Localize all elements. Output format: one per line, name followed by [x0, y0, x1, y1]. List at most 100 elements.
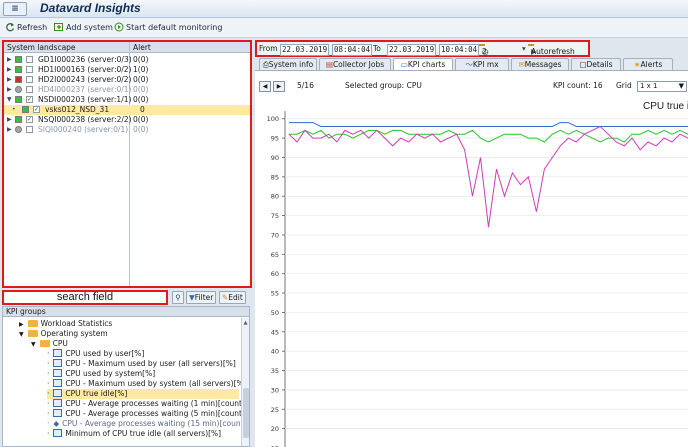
- tab-details[interactable]: ▢Details: [571, 58, 621, 70]
- expand-arrow-icon[interactable]: ▶: [7, 55, 12, 65]
- kpi-count: KPI count: 16: [553, 81, 603, 90]
- from-date-field[interactable]: 22.03.2019: [280, 44, 330, 56]
- y-tick-label: 85: [271, 173, 279, 181]
- collapse-arrow-icon: ▼: [19, 331, 24, 338]
- server-row-selected[interactable]: • ✓ vsks012_NSD_31 0: [4, 105, 250, 115]
- expand-arrow-icon[interactable]: ▶: [7, 75, 12, 85]
- y-tick-label: 95: [271, 135, 279, 143]
- to-date-field[interactable]: 22.03.2019: [387, 44, 437, 56]
- kpi-chart-icon: [53, 369, 63, 377]
- folder-icon: [27, 320, 38, 327]
- kpi-label: CPU - Average processes waiting (15 min)…: [62, 419, 247, 428]
- grid-select[interactable]: 1 x 1 ▼: [637, 81, 687, 92]
- scroll-thumb[interactable]: [243, 388, 249, 438]
- start-monitoring-button[interactable]: Start default monitoring: [114, 21, 222, 35]
- system-row[interactable]: ▶ ✓ NSQI000238 (server:2/2) 0(0): [4, 115, 250, 125]
- tab-label: Details: [586, 60, 613, 69]
- tree-folder-workload[interactable]: ▶ Workload Statistics: [19, 319, 112, 329]
- y-tick-label: 100: [267, 115, 279, 123]
- system-name: HD1I000163 (server:0/2): [38, 65, 132, 74]
- refresh-button[interactable]: Refresh: [5, 21, 47, 35]
- checkbox[interactable]: [26, 76, 33, 83]
- kpi-item[interactable]: · CPU used by user[%]: [47, 349, 144, 359]
- tab-system-info[interactable]: ⎙System info: [259, 58, 317, 70]
- expand-arrow-icon[interactable]: ▶: [7, 125, 12, 135]
- checkbox-checked[interactable]: ✓: [33, 106, 40, 113]
- checkbox[interactable]: [26, 56, 33, 63]
- time-range-button[interactable]: ◷ 2 hours: [479, 44, 503, 66]
- expand-arrow-icon[interactable]: ▶: [7, 85, 12, 95]
- system-row[interactable]: ▶ HD4I000237 (server:0/1) 0(0): [4, 85, 250, 95]
- kpi-item[interactable]: · CPU used by system[%]: [47, 369, 155, 379]
- system-landscape-column: System landscape: [7, 43, 76, 52]
- tab-alerts[interactable]: ★Alerts: [623, 58, 673, 70]
- collapse-arrow-icon[interactable]: ▼: [7, 95, 12, 105]
- expand-arrow-icon[interactable]: ▶: [7, 65, 12, 75]
- system-row[interactable]: ▶ SIQI000240 (server:0/1) 0(0): [4, 125, 250, 135]
- tab-collector-jobs[interactable]: ▤Collector Jobs: [319, 58, 391, 70]
- kpi-item[interactable]: · ◆ CPU - Average processes waiting (15 mi…: [47, 419, 246, 429]
- collapse-arrow-icon: ▼: [31, 341, 36, 348]
- tab-kpi-mx[interactable]: 〜KPI mx: [455, 58, 509, 70]
- kpi-item[interactable]: · CPU - Maximum used by system (all serve…: [47, 379, 247, 389]
- system-row[interactable]: ▶ HD1I000163 (server:0/2) 1(0): [4, 65, 250, 75]
- refresh-label: Refresh: [17, 23, 48, 32]
- checkbox-checked[interactable]: ✓: [26, 116, 33, 123]
- kpi-groups-scrollbar[interactable]: ▲: [241, 318, 249, 446]
- kpi-chart-icon: [53, 429, 63, 437]
- folder-icon: [27, 330, 38, 337]
- chart-icon: ▭: [400, 60, 408, 69]
- binoculars-button[interactable]: ⚲: [172, 291, 184, 304]
- kpi-item-selected[interactable]: · CPU true idle[%]: [47, 389, 239, 399]
- edit-button[interactable]: ✎Edit: [219, 291, 246, 304]
- folder-label: Workload Statistics: [40, 319, 113, 328]
- kpi-item[interactable]: · CPU - Average processes waiting (1 min)…: [47, 399, 245, 409]
- autorefresh-button[interactable]: ▶ Autorefresh: [528, 44, 575, 56]
- next-page-button[interactable]: ▶: [273, 81, 285, 92]
- y-tick-label: 50: [271, 309, 279, 317]
- filter-button[interactable]: ▼Filter: [186, 291, 217, 304]
- tab-bar: ⎙System info ▤Collector Jobs ▭KPI charts…: [255, 58, 688, 70]
- kpi-label: CPU used by user[%]: [65, 349, 145, 358]
- kpi-label: CPU - Maximum used by user (all servers)…: [65, 359, 236, 368]
- menu-icon[interactable]: ≡: [3, 2, 27, 16]
- system-name: HD4I000237 (server:0/1): [38, 85, 132, 94]
- to-time-field[interactable]: 10:04:04: [439, 44, 480, 56]
- add-system-button[interactable]: Add system: [54, 21, 113, 35]
- status-grey-icon: [15, 86, 22, 93]
- y-tick-label: 55: [271, 290, 279, 298]
- from-time-field[interactable]: 08:04:04: [332, 44, 373, 56]
- checkbox-checked[interactable]: ✓: [26, 96, 33, 103]
- alert-count: 0(0): [133, 75, 149, 84]
- prev-page-button[interactable]: ◀: [259, 81, 271, 92]
- kpi-chart-icon: [53, 379, 63, 387]
- scroll-up-icon[interactable]: ▲: [242, 320, 249, 326]
- kpi-item[interactable]: · Minimum of CPU true idle (all servers)[…: [47, 429, 221, 439]
- kpi-item[interactable]: · CPU - Maximum used by user (all servers…: [47, 359, 236, 369]
- grid-label: Grid: [616, 81, 632, 90]
- kpi-label: CPU - Maximum used by system (all server…: [65, 379, 247, 388]
- kpi-chart-icon: [53, 389, 63, 397]
- page-indicator: 5/16: [297, 81, 314, 90]
- range-dropdown-icon[interactable]: ▾: [522, 44, 526, 54]
- status-green-icon: [15, 56, 22, 63]
- kpi-item[interactable]: · CPU - Average processes waiting (5 min)…: [47, 409, 245, 419]
- expand-arrow-icon: ▶: [19, 321, 24, 328]
- checkbox[interactable]: [26, 86, 33, 93]
- tree-folder-os[interactable]: ▼ Operating system: [19, 329, 108, 339]
- status-grey-icon: [15, 126, 22, 133]
- add-system-label: Add system: [66, 23, 113, 32]
- search-input[interactable]: search field: [2, 290, 168, 305]
- checkbox[interactable]: [26, 66, 33, 73]
- expand-arrow-icon[interactable]: ▶: [7, 115, 12, 125]
- tree-folder-cpu[interactable]: ▼ CPU: [31, 339, 68, 349]
- tab-kpi-charts[interactable]: ▭KPI charts: [393, 58, 453, 70]
- system-row[interactable]: ▶ GD1I000236 (server:0/3) 0(0): [4, 55, 250, 65]
- chevron-down-icon: ▼: [678, 82, 684, 90]
- tab-messages[interactable]: ✉Messages: [511, 58, 569, 70]
- checkbox[interactable]: [26, 126, 33, 133]
- kpi-label: CPU - Average processes waiting (1 min)[…: [65, 399, 245, 408]
- system-row[interactable]: ▶ HD2I000243 (server:0/2) 0(0): [4, 75, 250, 85]
- y-tick-label: 25: [271, 406, 279, 414]
- system-row[interactable]: ▼ ✓ NSDI000203 (server:1/1) 0(0): [4, 95, 250, 105]
